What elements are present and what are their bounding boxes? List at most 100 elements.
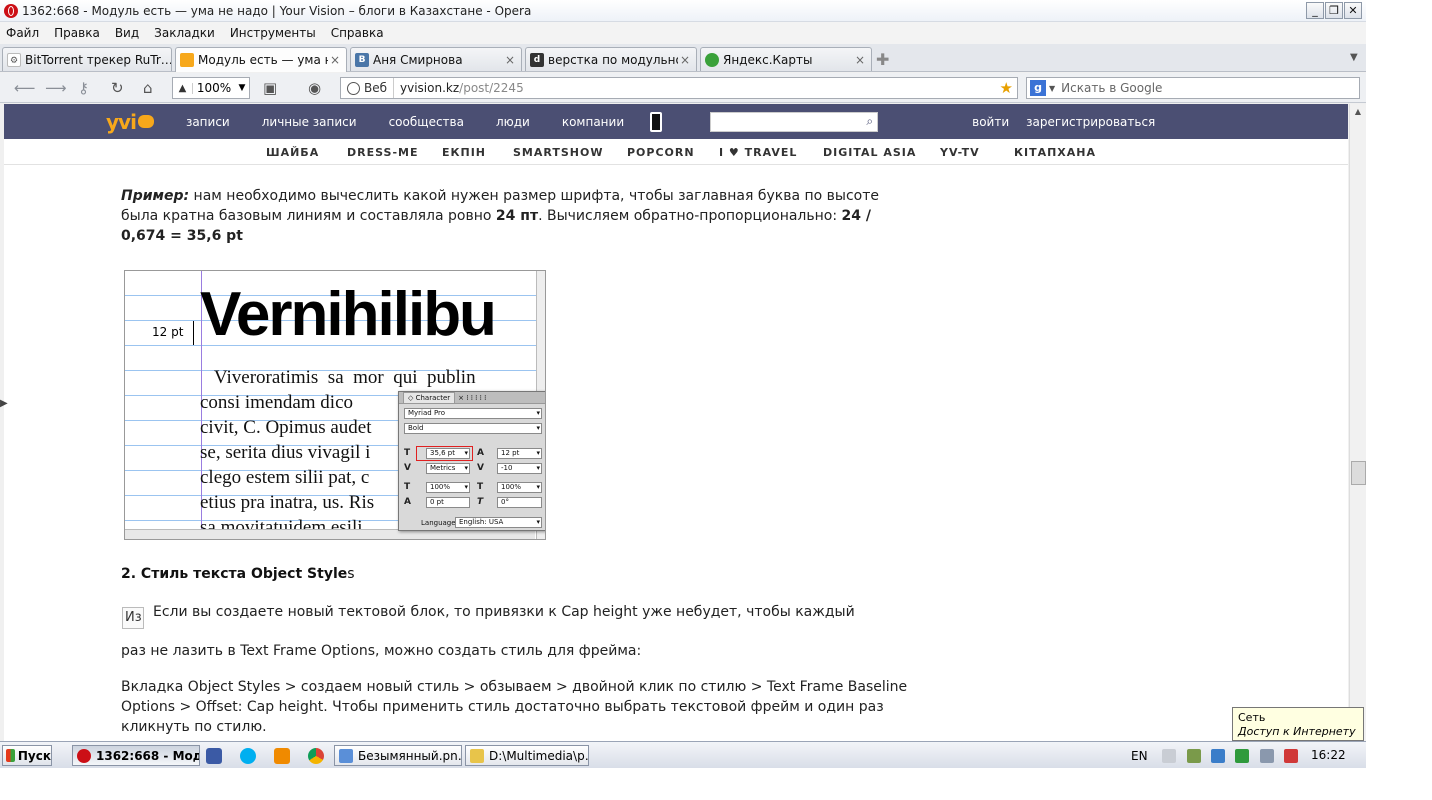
- window-titlebar[interactable]: 1362:668 - Модуль есть — ума не надо | Y…: [0, 0, 1366, 22]
- rutracker-icon: ⚙: [7, 52, 21, 67]
- save-icon[interactable]: [206, 748, 222, 764]
- yandex-maps-icon: [705, 52, 719, 67]
- subnav-dress-me[interactable]: DRESS-ME: [347, 146, 419, 159]
- task-opera[interactable]: 1362:668 - Мод…: [72, 745, 200, 766]
- minimize-button[interactable]: _: [1306, 2, 1324, 19]
- notification-icon[interactable]: [1284, 749, 1298, 763]
- page-scrollbar[interactable]: ▲: [1349, 104, 1366, 741]
- zoom-value: 100%: [196, 81, 232, 95]
- tab-dcp[interactable]: d верстка по модульно… ×: [525, 47, 697, 71]
- menu-edit[interactable]: Правка: [54, 26, 100, 40]
- font-size-highlight: [416, 446, 473, 461]
- menu-help[interactable]: Справка: [331, 26, 384, 40]
- tab-list-chevron-icon[interactable]: ▼: [1350, 52, 1358, 63]
- example-paragraph: Пример: нам необходимо вычеслить какой н…: [121, 186, 881, 246]
- skype-icon[interactable]: [240, 748, 256, 764]
- google-icon[interactable]: g: [1030, 80, 1046, 96]
- tab-yvision[interactable]: Модуль есть — ума н… ×: [175, 47, 347, 72]
- nav-personal-posts[interactable]: личные записи: [262, 115, 357, 129]
- restore-button[interactable]: ❐: [1325, 2, 1343, 19]
- task-explorer[interactable]: D:\Multimedia\p…: [465, 745, 589, 766]
- subnav-kitapkhana[interactable]: КІТАПХАНА: [1014, 146, 1096, 159]
- tab-yandex-maps[interactable]: Яндекс.Карты ×: [700, 47, 872, 71]
- site-logo[interactable]: yvi: [106, 110, 154, 134]
- site-navbar: yvi записи личные записи сообщества люди…: [4, 104, 1348, 139]
- panel-tab-marks: × ⁞ ⁞ ⁞ ⁞ ⁞: [458, 393, 487, 402]
- zoom-dropdown-icon[interactable]: ▼: [235, 83, 249, 93]
- chrome-icon[interactable]: [308, 748, 324, 764]
- subnav-shaiba[interactable]: ШАЙБА: [266, 146, 319, 159]
- zoom-up-icon[interactable]: ▲: [173, 82, 193, 94]
- yvision-icon: [180, 53, 194, 67]
- forward-icon[interactable]: ⟶: [45, 79, 67, 97]
- close-window-button[interactable]: ✕: [1344, 2, 1362, 19]
- task-paint[interactable]: Безымянный.pn…: [334, 745, 462, 766]
- site-search-input[interactable]: ⌕: [710, 111, 879, 132]
- network-icon[interactable]: [1260, 749, 1274, 763]
- back-icon[interactable]: ⟵: [14, 79, 36, 97]
- power-icon[interactable]: [1187, 749, 1201, 763]
- close-tab-icon[interactable]: ×: [853, 53, 867, 67]
- close-tab-icon[interactable]: ×: [328, 53, 342, 67]
- key-icon[interactable]: ⚷: [78, 79, 89, 97]
- turbo-icon[interactable]: ◉: [308, 79, 321, 97]
- skew-icon: T: [477, 497, 484, 507]
- scroll-thumb[interactable]: [1351, 461, 1366, 485]
- tab-rutracker[interactable]: ⚙ BitTorrent трекер RuTr…: [2, 47, 172, 71]
- url-field[interactable]: Веб yvision.kz/post/2245 ★: [340, 77, 1018, 99]
- kerning-field: Metrics: [426, 463, 470, 474]
- subnav-digital-asia[interactable]: DIGITAL ASIA: [823, 146, 916, 159]
- shield-icon[interactable]: [1235, 749, 1249, 763]
- subnav-smartshow[interactable]: SMARTSHOW: [513, 146, 603, 159]
- section-heading-text: 2. Стиль текста Object Style: [121, 566, 348, 582]
- nav-communities[interactable]: сообщества: [389, 115, 464, 129]
- task-label: D:\Multimedia\p…: [489, 748, 589, 763]
- bookmark-star-icon[interactable]: ★: [1000, 79, 1013, 97]
- sidebar-toggle-icon[interactable]: ▶: [0, 398, 8, 409]
- search-engine-dropdown-icon[interactable]: ▼: [1049, 84, 1055, 93]
- tab-vk[interactable]: В Аня Смирнова ×: [350, 47, 522, 71]
- new-tab-icon[interactable]: ✚: [876, 50, 889, 69]
- menu-tools[interactable]: Инструменты: [230, 26, 316, 40]
- character-panel-tabs: ◇ Character × ⁞ ⁞ ⁞ ⁞ ⁞: [399, 392, 545, 404]
- scroll-up-icon[interactable]: ▲: [1350, 104, 1366, 120]
- subnav-yv-tv[interactable]: YV-TV: [940, 146, 980, 159]
- images-icon[interactable]: ▣: [263, 79, 277, 97]
- paragraph-1: Если вы создаете новый тектовой блок, то…: [153, 604, 855, 620]
- google-search-field[interactable]: g ▼ Искать в Google: [1026, 77, 1360, 99]
- search-icon[interactable]: ⌕: [866, 114, 873, 129]
- vlc-icon[interactable]: [274, 748, 290, 764]
- close-tab-icon[interactable]: ×: [678, 53, 692, 67]
- mobile-phone-icon[interactable]: [650, 111, 663, 132]
- language-indicator[interactable]: EN: [1131, 749, 1148, 763]
- nav-companies[interactable]: компании: [562, 115, 624, 129]
- page-viewport: yvi записи личные записи сообщества люди…: [4, 104, 1348, 741]
- url-text[interactable]: yvision.kz/post/2245: [394, 81, 524, 95]
- start-label: Пуск: [17, 748, 51, 763]
- tab-label: Модуль есть — ума н…: [198, 53, 328, 67]
- home-icon[interactable]: ⌂: [143, 79, 153, 97]
- character-panel: ◇ Character × ⁞ ⁞ ⁞ ⁞ ⁞ Myriad Pro Bold …: [398, 391, 545, 531]
- menu-view[interactable]: Вид: [115, 26, 139, 40]
- nav-people[interactable]: люди: [496, 115, 530, 129]
- leading-icon: A: [477, 448, 484, 458]
- close-tab-icon[interactable]: ×: [503, 53, 517, 67]
- menu-file[interactable]: Файл: [6, 26, 39, 40]
- subnav-popcorn[interactable]: POPCORN: [627, 146, 695, 159]
- character-panel-title: ◇ Character: [403, 392, 456, 403]
- login-link[interactable]: войти: [972, 115, 1009, 129]
- tab-label: Яндекс.Карты: [723, 52, 813, 67]
- zoom-control[interactable]: ▲ 100% ▼: [172, 77, 250, 99]
- start-button[interactable]: Пуск: [2, 745, 52, 766]
- broken-image: Из: [122, 607, 144, 629]
- update-icon[interactable]: [1211, 749, 1225, 763]
- register-link[interactable]: зарегистрироваться: [1026, 115, 1155, 129]
- nav-posts[interactable]: записи: [186, 115, 230, 129]
- menu-bookmarks[interactable]: Закладки: [154, 26, 215, 40]
- subnav-ekpin[interactable]: ЕКПІН: [442, 146, 486, 159]
- vertical-scale-icon: T: [404, 482, 411, 492]
- web-badge[interactable]: Веб: [341, 78, 395, 98]
- volume-icon[interactable]: [1162, 749, 1176, 763]
- reload-icon[interactable]: ↻: [111, 79, 124, 97]
- subnav-travel[interactable]: I ♥ TRAVEL: [719, 146, 797, 159]
